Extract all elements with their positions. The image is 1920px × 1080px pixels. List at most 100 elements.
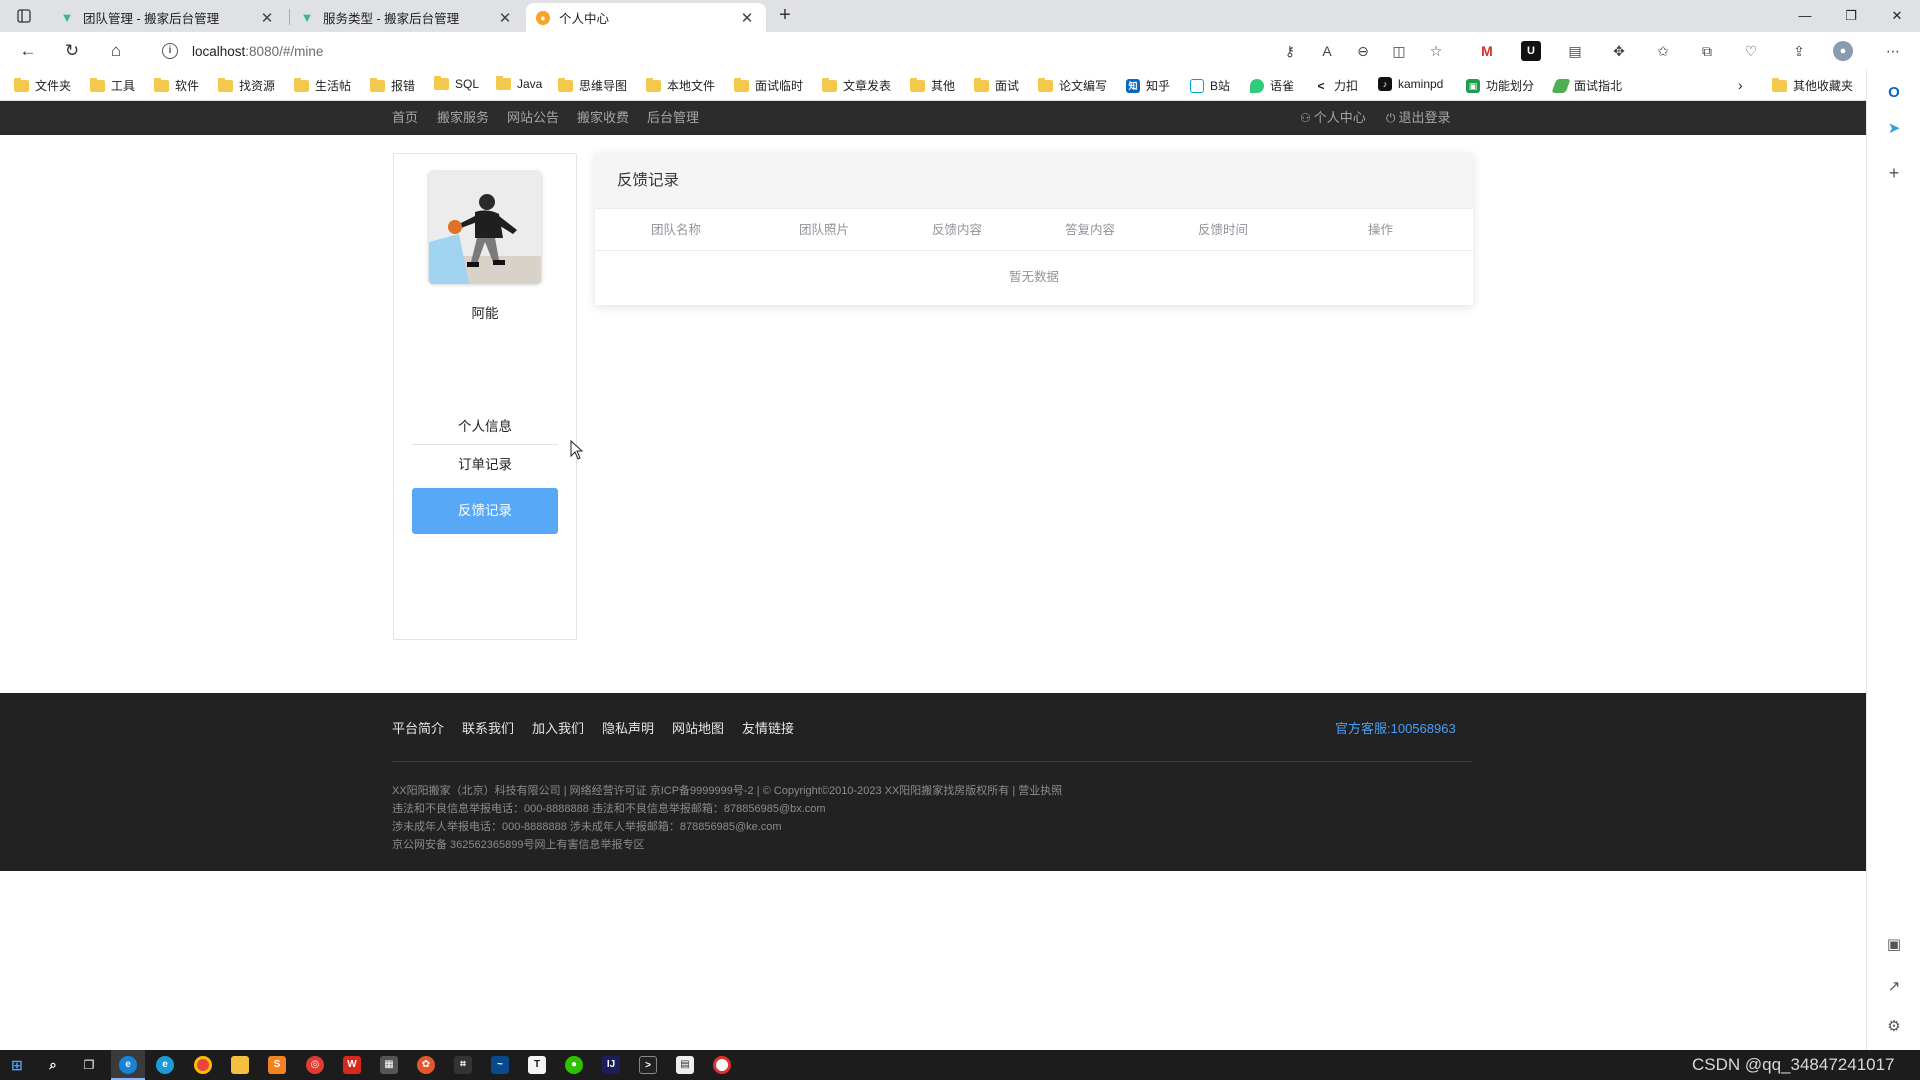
- screen-capture-icon[interactable]: ▣: [1883, 934, 1905, 956]
- bookmark-folder[interactable]: Java: [496, 76, 542, 91]
- bookmark-folder[interactable]: 其他: [910, 77, 955, 94]
- site-info-icon[interactable]: i: [162, 43, 178, 59]
- footer-link-privacy[interactable]: 隐私声明: [602, 718, 654, 737]
- footer-link-sitemap[interactable]: 网站地图: [672, 718, 724, 737]
- share-icon[interactable]: ⇪: [1789, 41, 1809, 61]
- bookmark-kaminpd[interactable]: ♪ kaminpd: [1378, 77, 1443, 91]
- url-text[interactable]: localhost:8080/#/mine: [192, 44, 323, 59]
- close-icon[interactable]: ✕: [258, 9, 276, 27]
- bookmark-feature-split[interactable]: ▣ 功能划分: [1466, 77, 1534, 94]
- extension-u-icon[interactable]: U: [1521, 41, 1541, 61]
- bookmark-interview-guide[interactable]: 面试指北: [1551, 77, 1622, 94]
- browser-essentials-icon[interactable]: ♡: [1741, 41, 1761, 61]
- menu-feedback-records[interactable]: 反馈记录: [412, 488, 558, 534]
- back-icon[interactable]: ←: [14, 38, 42, 64]
- bookmark-folder[interactable]: 报错: [370, 77, 415, 94]
- intellij-icon[interactable]: IJ: [602, 1056, 620, 1074]
- wechat-icon[interactable]: ●: [565, 1056, 583, 1074]
- tab-service-type[interactable]: ▼ 服务类型 - 搬家后台管理 ✕: [290, 3, 524, 32]
- split-screen-icon[interactable]: ◫: [1389, 41, 1409, 61]
- footer-link-friends[interactable]: 友情链接: [742, 718, 794, 737]
- bookmark-folder[interactable]: 面试: [974, 77, 1019, 94]
- add-favorite-icon[interactable]: ☆: [1426, 41, 1446, 61]
- password-key-icon[interactable]: ⚷: [1280, 41, 1300, 61]
- home-icon[interactable]: ⌂: [102, 38, 130, 64]
- colorful-app-icon[interactable]: ✿: [417, 1056, 435, 1074]
- bookmark-zhihu[interactable]: 知知乎: [1126, 77, 1170, 94]
- bookmark-folder[interactable]: 面试临时: [734, 77, 803, 94]
- bookmark-folder[interactable]: 文件夹: [14, 77, 71, 94]
- footer-link-about[interactable]: 平台简介: [392, 718, 444, 737]
- bookmark-folder[interactable]: 论文编写: [1038, 77, 1107, 94]
- bookmark-folder[interactable]: 工具: [90, 77, 135, 94]
- wps-icon[interactable]: W: [343, 1056, 361, 1074]
- reload-icon[interactable]: ↻: [58, 38, 86, 64]
- tab-personal-center[interactable]: ● 个人中心 ✕: [526, 3, 766, 32]
- address-bar[interactable]: i localhost:8080/#/mine: [146, 37, 1446, 65]
- screen-recorder-icon[interactable]: [713, 1056, 731, 1074]
- nav-home[interactable]: 首页: [392, 101, 418, 135]
- workspaces-icon[interactable]: [8, 6, 40, 26]
- edge-browser-icon[interactable]: e: [119, 1056, 137, 1074]
- settings-gear-icon[interactable]: ⚙: [1883, 1016, 1905, 1038]
- search-icon[interactable]: ⌕: [44, 1056, 62, 1074]
- open-external-icon[interactable]: ↗: [1883, 976, 1905, 998]
- bookmark-folder[interactable]: 找资源: [218, 77, 275, 94]
- typora-icon[interactable]: T: [528, 1056, 546, 1074]
- file-explorer-icon[interactable]: [231, 1056, 249, 1074]
- task-view-icon[interactable]: ❐: [80, 1056, 98, 1074]
- notepad-icon[interactable]: ▤: [676, 1056, 694, 1074]
- sublime-icon[interactable]: S: [268, 1056, 286, 1074]
- footer-link-contact[interactable]: 联系我们: [462, 718, 514, 737]
- windows-start-icon[interactable]: ⊞: [8, 1056, 26, 1074]
- col-feedback-content: 反馈内容: [932, 223, 983, 237]
- web-page: 首页 搬家服务 网站公告 搬家收费 后台管理 ⚇ 个人中心 ⏻ 退出登录 阿能 …: [0, 101, 1866, 1050]
- more-menu-icon[interactable]: ⋯: [1883, 41, 1903, 61]
- official-service-link[interactable]: 官方客服:100568963: [1335, 718, 1456, 737]
- close-icon[interactable]: ✕: [738, 9, 756, 27]
- bookmarks-overflow-icon[interactable]: ›: [1738, 77, 1743, 93]
- collections-icon[interactable]: ⧉: [1697, 41, 1717, 61]
- mysql-workbench-icon[interactable]: ~: [491, 1056, 509, 1074]
- favorites-icon[interactable]: ✩: [1653, 41, 1673, 61]
- bookmark-folder[interactable]: 本地文件: [646, 77, 715, 94]
- nav-personal-center[interactable]: ⚇ 个人中心: [1300, 101, 1366, 135]
- calculator-icon[interactable]: ⌗: [454, 1056, 472, 1074]
- new-tab-button[interactable]: +: [772, 4, 798, 28]
- edge-dev-icon[interactable]: e: [156, 1056, 174, 1074]
- outlook-icon[interactable]: O: [1883, 82, 1905, 104]
- netease-music-icon[interactable]: ◎: [306, 1056, 324, 1074]
- window-close-icon[interactable]: ✕: [1874, 0, 1920, 32]
- bookmark-folder[interactable]: SQL: [434, 76, 479, 91]
- nav-announcements[interactable]: 网站公告: [507, 101, 559, 135]
- extensions-puzzle-icon[interactable]: ✥: [1609, 41, 1629, 61]
- other-bookmarks[interactable]: 其他收藏夹: [1772, 77, 1853, 94]
- add-sidebar-app-icon[interactable]: +: [1883, 162, 1905, 184]
- bookmark-folder[interactable]: 软件: [154, 77, 199, 94]
- nav-pricing[interactable]: 搬家收费: [577, 101, 629, 135]
- nav-admin[interactable]: 后台管理: [647, 101, 699, 135]
- gmail-extension-icon[interactable]: M: [1477, 41, 1497, 61]
- restore-icon[interactable]: ❐: [1828, 0, 1874, 32]
- bookmark-bilibili[interactable]: B站: [1190, 77, 1230, 94]
- send-icon[interactable]: ➤: [1883, 118, 1905, 140]
- extension-doc-icon[interactable]: ▤: [1565, 41, 1585, 61]
- bookmark-folder[interactable]: 思维导图: [558, 77, 627, 94]
- bookmark-leetcode[interactable]: < 力扣: [1314, 77, 1358, 94]
- minimize-icon[interactable]: —: [1782, 0, 1828, 32]
- chrome-icon[interactable]: [194, 1056, 212, 1074]
- footer-link-join[interactable]: 加入我们: [532, 718, 584, 737]
- read-aloud-icon[interactable]: A: [1317, 41, 1337, 61]
- zoom-out-icon[interactable]: ⊖: [1353, 41, 1373, 61]
- profile-avatar-icon[interactable]: ●: [1833, 41, 1853, 61]
- tab-team-management[interactable]: ▼ 团队管理 - 搬家后台管理 ✕: [50, 3, 286, 32]
- terminal-app-icon[interactable]: ▦: [380, 1056, 398, 1074]
- bookmark-folder[interactable]: 生活帖: [294, 77, 351, 94]
- bookmark-yuque[interactable]: 语雀: [1250, 77, 1294, 94]
- bookmark-folder[interactable]: 文章发表: [822, 77, 891, 94]
- cmd-icon[interactable]: >: [639, 1056, 657, 1074]
- close-icon[interactable]: ✕: [496, 9, 514, 27]
- nav-logout[interactable]: ⏻ 退出登录: [1386, 101, 1451, 135]
- menu-order-records[interactable]: 订单记录: [412, 442, 558, 488]
- nav-moving-service[interactable]: 搬家服务: [437, 101, 489, 135]
